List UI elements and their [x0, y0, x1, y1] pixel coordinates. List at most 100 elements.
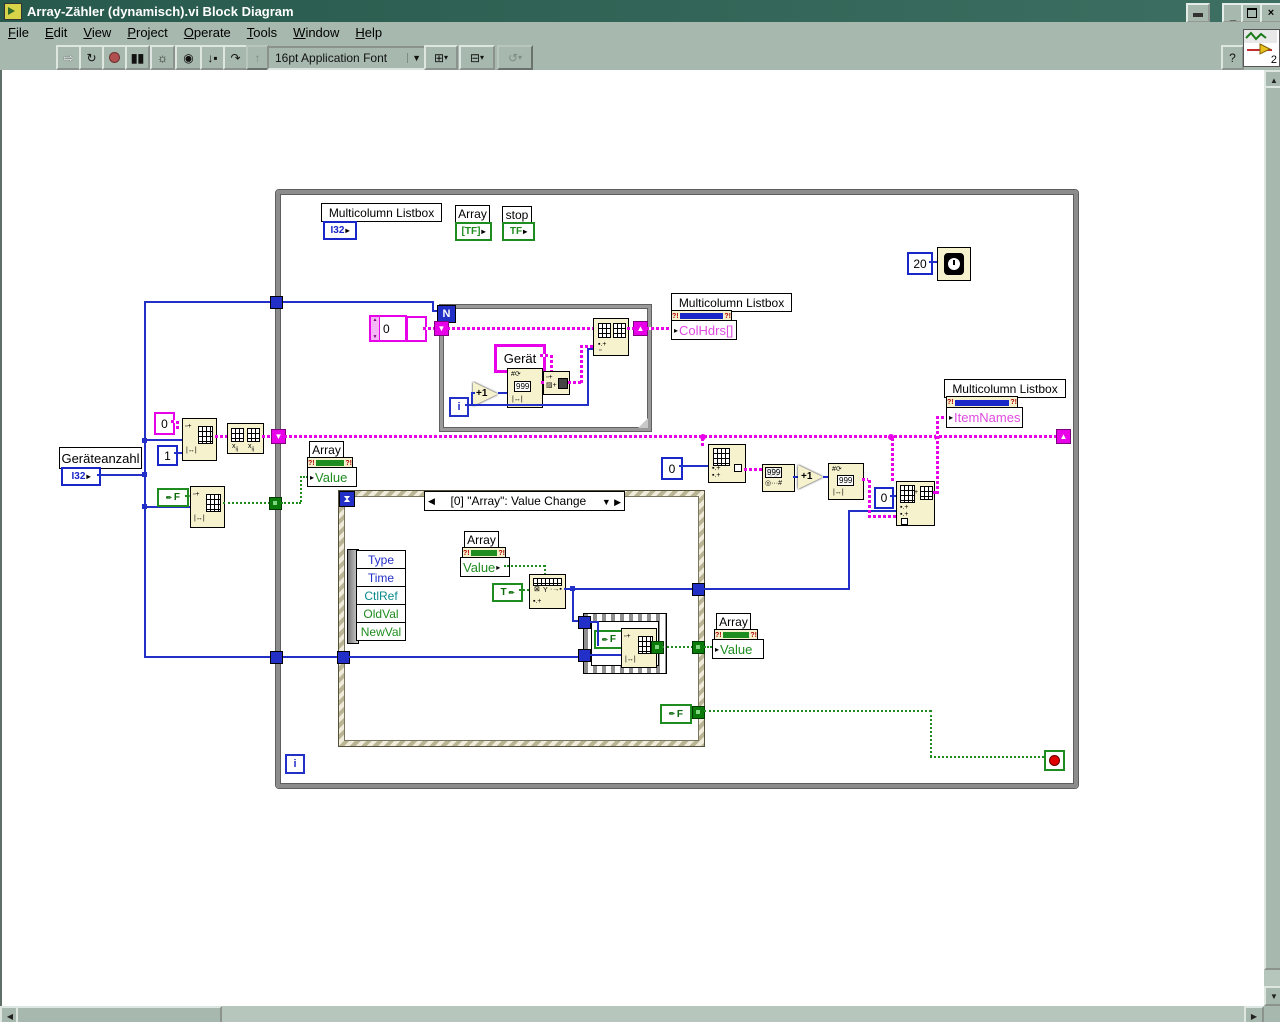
- event-data-node[interactable]: Type Time CtlRef OldVal NewVal: [356, 550, 406, 641]
- array-value-read-property[interactable]: Value ▸: [460, 557, 510, 577]
- menu-view[interactable]: View: [75, 23, 119, 42]
- index-array-node[interactable]: ▪.+ ▪.+: [708, 444, 746, 483]
- metronome-watch-icon: [944, 253, 964, 275]
- itemnames-property[interactable]: ▸ ItemNames: [946, 407, 1023, 428]
- event-data-field[interactable]: CtlRef: [356, 586, 406, 605]
- menu-project[interactable]: Project: [119, 23, 175, 42]
- event-data-field[interactable]: Time: [356, 568, 406, 587]
- array-grid-icon: [613, 323, 626, 338]
- context-help-button[interactable]: ?: [1221, 45, 1244, 70]
- scroll-down-icon[interactable]: ▼: [1264, 986, 1280, 1006]
- step-over-button[interactable]: ↷: [223, 45, 248, 70]
- wait-until-next-ms-node[interactable]: [937, 247, 971, 281]
- event-selector[interactable]: ◀ [0] "Array": Value Change ▼ ▶: [424, 491, 625, 511]
- distribute-objects-button[interactable]: ⊟ ▾: [459, 45, 495, 70]
- search-1d-array-node[interactable]: ⊠ Y ·→▪ ▪.+: [529, 574, 566, 609]
- tunnel-stop[interactable]: [692, 706, 705, 719]
- false-constant-left[interactable]: ✏ F: [157, 488, 189, 507]
- array-grid-icon: [198, 426, 213, 444]
- event-data-field[interactable]: NewVal: [356, 622, 406, 641]
- loop-condition-terminal[interactable]: [1044, 750, 1065, 771]
- array-value-outer-property[interactable]: ▸ Value: [307, 467, 357, 487]
- transpose-2d-array-node[interactable]: xij xij: [227, 423, 264, 454]
- number-to-string-node-2[interactable]: #⟳ 999 |↔|: [828, 463, 864, 500]
- string-to-number-node[interactable]: 999 ◎···#: [762, 464, 795, 492]
- true-constant[interactable]: T ✏: [492, 583, 523, 602]
- initialize-array-node-bool[interactable]: ▫+ |↔|: [190, 486, 225, 528]
- reorder-button[interactable]: ↺ ▾: [497, 45, 533, 70]
- one-constant[interactable]: 1: [157, 445, 178, 466]
- horizontal-scrollbar[interactable]: ◀ ▶: [0, 1006, 1264, 1022]
- array-grid-icon: [247, 428, 260, 442]
- pause-button[interactable]: ▮▮: [125, 45, 150, 70]
- close-button[interactable]: ×: [1260, 3, 1280, 23]
- step-out-button[interactable]: ↑: [246, 45, 269, 70]
- index-zero-constant[interactable]: 0: [661, 457, 683, 480]
- menu-window[interactable]: Window: [285, 23, 347, 42]
- concatenate-strings-node[interactable]: ▫+ ▨+: [543, 371, 570, 395]
- menu-tools[interactable]: Tools: [239, 23, 285, 42]
- labview-window: Array-Zähler (dynamisch).vi Block Diagra…: [0, 0, 1280, 1022]
- build-array-node[interactable]: ▪.+ ▫: [593, 318, 629, 356]
- abort-button[interactable]: [102, 45, 127, 70]
- run-continuous-button[interactable]: ↻: [79, 45, 104, 70]
- replace-array-subset-node[interactable]: + ▪.+ ▪.+: [896, 481, 935, 526]
- device-count-label[interactable]: Geräteanzahl: [59, 447, 142, 469]
- vertical-scrollbar[interactable]: ▲ ▼: [1264, 70, 1280, 1006]
- menu-edit[interactable]: Edit: [37, 23, 75, 42]
- font-selector[interactable]: 16pt Application Font ▼: [267, 46, 427, 70]
- replace-zero-constant[interactable]: 0: [874, 487, 894, 509]
- highlight-execution-button[interactable]: ☼: [150, 45, 175, 70]
- menu-bar: File Edit View Project Operate Tools Win…: [0, 22, 1280, 44]
- shift-register-right-icon[interactable]: ▲: [1056, 429, 1071, 444]
- tunnel-device-count-top[interactable]: [270, 296, 283, 309]
- false-constant-stop[interactable]: ✏ F: [660, 704, 692, 724]
- string-zero-constant[interactable]: 0: [154, 412, 175, 435]
- event-dropdown-icon: ▼: [601, 497, 611, 507]
- initialize-array-node[interactable]: ▫+ |↔|: [182, 418, 217, 461]
- step-into-button[interactable]: ↓▪: [200, 45, 225, 70]
- array-grid-icon: [231, 428, 244, 442]
- scroll-right-icon[interactable]: ▶: [1244, 1006, 1264, 1022]
- digits-label: 999: [514, 381, 532, 392]
- number-to-string-node[interactable]: #⟳ 999 |↔|: [507, 368, 543, 408]
- horizontal-scroll-thumb[interactable]: [16, 1006, 222, 1022]
- vi-icon[interactable]: 2: [1243, 29, 1280, 67]
- title-bar: Array-Zähler (dynamisch).vi Block Diagra…: [0, 0, 1280, 22]
- device-count-terminal[interactable]: I32 ▸: [61, 467, 101, 486]
- array-value-write-property[interactable]: ▸ Value: [712, 639, 764, 659]
- event-timeout-terminal[interactable]: ⧗: [339, 491, 355, 507]
- for-iteration-terminal[interactable]: i: [449, 397, 469, 417]
- array-grid-icon: [206, 494, 221, 512]
- event-prev-icon[interactable]: ◀: [428, 496, 435, 507]
- array-terminal[interactable]: [TF] ▸: [455, 222, 492, 241]
- stop-sign-icon: [1049, 755, 1060, 766]
- array-terminal-label[interactable]: Array: [455, 205, 490, 223]
- retain-wire-values-button[interactable]: ◉: [175, 45, 202, 70]
- menu-operate[interactable]: Operate: [176, 23, 239, 42]
- while-iteration-terminal[interactable]: i: [285, 754, 305, 774]
- toolbar: ⇨ ↻ ▮▮ ☼ ◉ ↓▪ ↷ ↑ 16pt Application Font …: [0, 43, 1280, 72]
- align-objects-button[interactable]: ⊞ ▾: [424, 45, 458, 70]
- colhdrs-property[interactable]: ▸ ColHdrs[]: [671, 320, 737, 340]
- digits-label: 999: [765, 467, 783, 478]
- increment-label: +1: [801, 471, 813, 482]
- vertical-scroll-thumb[interactable]: [1264, 86, 1280, 970]
- stop-terminal[interactable]: TF ▸: [502, 222, 535, 241]
- array-row-icon: [533, 578, 562, 586]
- event-case-title: [0] "Array": Value Change: [450, 494, 587, 508]
- event-data-field[interactable]: Type: [356, 550, 406, 569]
- wait-ms-constant[interactable]: 20: [907, 252, 933, 275]
- event-data-field[interactable]: OldVal: [356, 604, 406, 623]
- menu-help[interactable]: Help: [347, 23, 390, 42]
- run-button[interactable]: ⇨: [56, 45, 81, 70]
- scrollbar-icon: ▲ ▼: [371, 317, 380, 340]
- listbox-terminal-label[interactable]: Multicolumn Listbox: [321, 203, 442, 222]
- tunnel-device-count-bottom[interactable]: [270, 651, 283, 664]
- vi-icon-badge: 2: [1270, 54, 1277, 66]
- menu-file[interactable]: File: [0, 23, 37, 42]
- string-scroll-constant[interactable]: ▲ ▼ 0: [369, 315, 407, 342]
- listbox-terminal[interactable]: I32 ▸: [323, 221, 357, 240]
- window-title: Array-Zähler (dynamisch).vi Block Diagra…: [27, 3, 294, 19]
- print-window-button[interactable]: [1186, 3, 1210, 23]
